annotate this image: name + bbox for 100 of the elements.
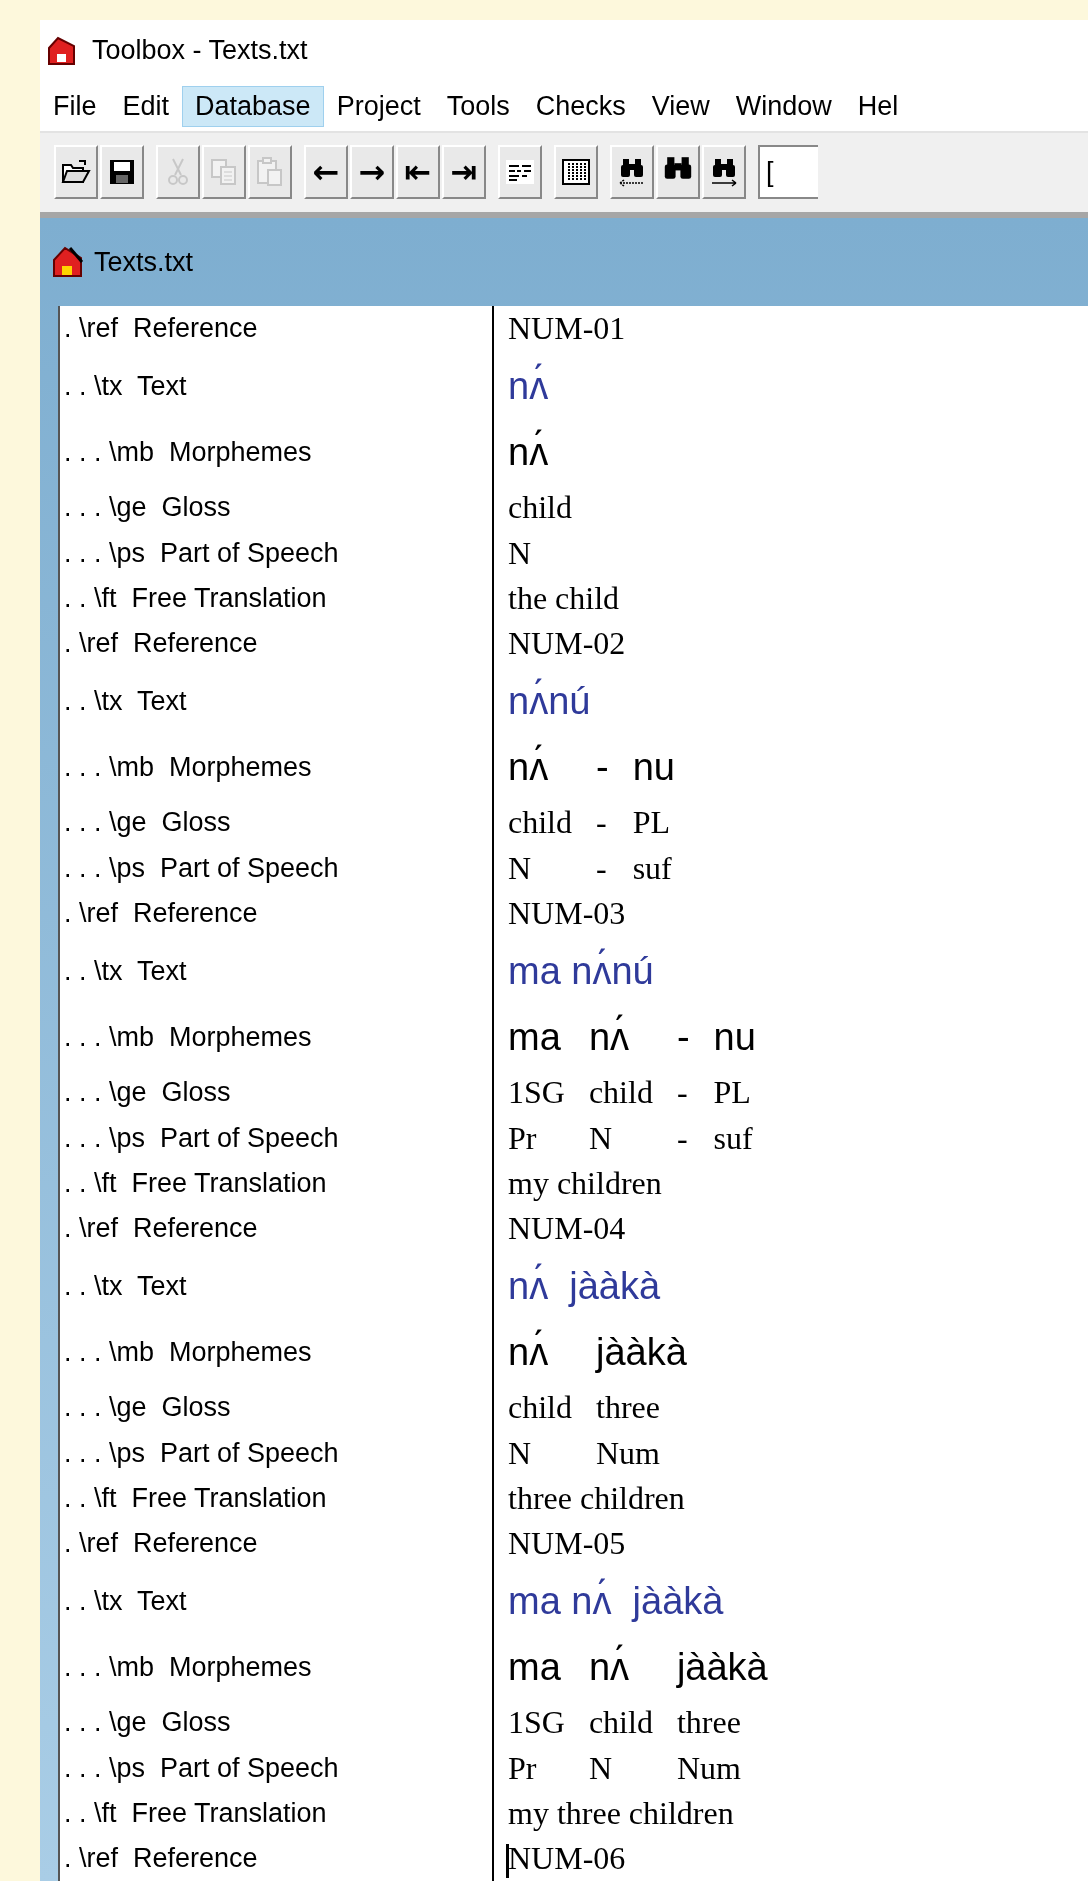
toolbar-button[interactable] <box>100 145 144 200</box>
field-label: . . . \ge Gloss <box>64 1706 231 1738</box>
gloss: three <box>596 1388 660 1426</box>
text-line: ma nʌ́ jààkà <box>508 1579 724 1623</box>
reference: NUM-05 <box>508 1525 626 1562</box>
part-of-speech: N <box>508 1435 532 1472</box>
toolbar-button[interactable] <box>554 145 598 200</box>
field-label: . . . \mb Morphemes <box>64 751 312 783</box>
text-line: ma nʌ́nú <box>508 949 654 993</box>
gloss: PL <box>632 803 670 841</box>
gloss: child <box>588 1073 653 1111</box>
toolbar-button[interactable]: ← <box>304 145 348 200</box>
field-label: . . . \ge Gloss <box>64 806 231 838</box>
toolbar-button[interactable]: ⇥ <box>442 145 486 200</box>
field-label: . . . \mb Morphemes <box>64 436 312 468</box>
toolbar-button[interactable] <box>498 145 542 200</box>
gloss: 1SG <box>508 1073 565 1111</box>
toolbar-button[interactable]: → <box>350 145 394 200</box>
gloss: child <box>508 488 572 526</box>
field-label: . \ref Reference <box>64 313 258 344</box>
morpheme: - <box>676 1015 690 1059</box>
document-title: Texts.txt <box>94 246 194 278</box>
toolbar-button[interactable] <box>54 145 98 200</box>
gloss: child <box>588 1703 653 1741</box>
toolbar-button[interactable] <box>610 145 654 200</box>
toolbox-logo-icon <box>46 35 78 66</box>
field-label: . . \ft Free Translation <box>64 583 327 614</box>
reference: NUM-04 <box>508 1210 626 1247</box>
field-label: . . . \ps Part of Speech <box>64 853 339 884</box>
part-of-speech: - <box>596 850 607 887</box>
combo-field[interactable]: [ <box>758 145 818 200</box>
toolbar-button[interactable] <box>702 145 746 200</box>
menu-item[interactable]: Tools <box>433 85 523 127</box>
morpheme: nʌ́ <box>508 745 549 789</box>
part-of-speech: Num <box>676 1750 741 1787</box>
morpheme: ma <box>508 1645 561 1689</box>
field-label: . . . \ps Part of Speech <box>64 538 339 569</box>
toolbox-logo-icon <box>50 244 86 280</box>
field-label: . . . \ps Part of Speech <box>64 1438 339 1469</box>
menu-item[interactable]: File <box>40 85 110 127</box>
part-of-speech: N <box>588 1750 612 1787</box>
text-line: nʌ́ <box>508 364 549 408</box>
part-of-speech: suf <box>632 850 672 887</box>
field-label: . . . \mb Morphemes <box>64 1021 312 1053</box>
reference: NUM-01 <box>508 310 626 347</box>
field-label: . . . \ge Gloss <box>64 491 231 523</box>
menu-item[interactable]: Project <box>323 85 434 127</box>
menu-item[interactable]: Database <box>182 85 324 127</box>
field-label: . \ref Reference <box>64 898 258 929</box>
morpheme: jààkà <box>676 1645 768 1689</box>
gloss: - <box>596 803 607 841</box>
field-label: . . . \ge Gloss <box>64 1391 231 1423</box>
free-translation: three children <box>508 1480 685 1517</box>
text-lines-icon <box>505 159 535 186</box>
morpheme: jààkà <box>596 1330 687 1374</box>
field-label: . \ref Reference <box>64 1213 258 1244</box>
part-of-speech: Pr <box>508 1750 537 1787</box>
field-label: . . . \mb Morphemes <box>64 1336 312 1368</box>
field-label: . . \tx Text <box>64 955 187 987</box>
gloss: PL <box>713 1073 751 1111</box>
gloss: 1SG <box>508 1703 565 1741</box>
menu-item[interactable]: Checks <box>522 85 639 127</box>
morpheme: - <box>596 745 609 789</box>
menu-item[interactable]: Window <box>722 85 845 127</box>
part-of-speech: Pr <box>508 1120 537 1157</box>
field-label: . . . \ps Part of Speech <box>64 1123 339 1154</box>
reference: NUM-06 <box>508 1840 626 1877</box>
field-label: . \ref Reference <box>64 1843 258 1874</box>
text-line: nʌ́nú <box>508 679 591 723</box>
menu-item[interactable]: View <box>638 85 723 127</box>
morpheme: nʌ́ <box>508 1330 549 1374</box>
part-of-speech: N <box>508 535 532 572</box>
part-of-speech: N <box>588 1120 612 1157</box>
copy-icon <box>210 158 238 187</box>
morpheme: nʌ́ <box>588 1015 630 1059</box>
free-translation: my children <box>508 1165 662 1202</box>
morpheme: ma <box>508 1015 561 1059</box>
part-of-speech: N <box>508 850 532 887</box>
window-title: Toolbox - Texts.txt <box>92 35 308 67</box>
columns-icon <box>562 159 590 186</box>
field-label: . . \tx Text <box>64 370 187 402</box>
field-label: . . \ft Free Translation <box>64 1483 327 1514</box>
menu-item[interactable]: Hel <box>844 85 912 127</box>
field-label: . . \ft Free Translation <box>64 1168 327 1199</box>
free-translation: the child <box>508 580 620 617</box>
field-label: . . \ft Free Translation <box>64 1798 327 1829</box>
field-label: . . \tx Text <box>64 1270 187 1302</box>
morpheme: nu <box>713 1015 756 1059</box>
morpheme: nʌ́ <box>508 430 549 474</box>
part-of-speech: suf <box>713 1120 753 1157</box>
field-label: . . \tx Text <box>64 685 187 717</box>
field-label: . . . \mb Morphemes <box>64 1651 312 1683</box>
toolbar-button[interactable]: ⇤ <box>396 145 440 200</box>
toolbar-button[interactable] <box>656 145 700 200</box>
morpheme: nu <box>632 745 675 789</box>
field-label: . . . \ps Part of Speech <box>64 1753 339 1784</box>
part-of-speech: Num <box>596 1435 660 1472</box>
part-of-speech: - <box>676 1120 688 1157</box>
menu-item[interactable]: Edit <box>109 85 183 127</box>
gloss: child <box>508 1388 572 1426</box>
